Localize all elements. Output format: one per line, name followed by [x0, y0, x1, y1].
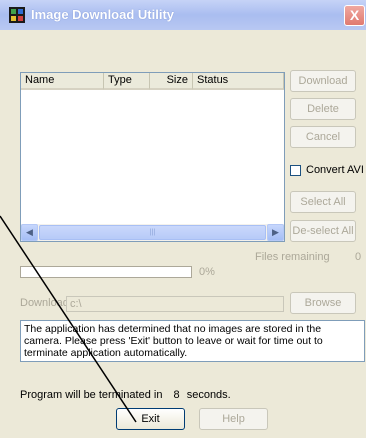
- scroll-grip-icon: |||: [149, 229, 156, 236]
- select-all-button[interactable]: Select All: [290, 191, 356, 213]
- title-bar[interactable]: Image Download Utility X: [0, 0, 366, 30]
- files-remaining-count: 0: [355, 251, 362, 263]
- close-icon: X: [349, 7, 360, 23]
- column-header-status[interactable]: Status: [193, 73, 284, 90]
- files-remaining-label: Files remaining: [255, 251, 330, 263]
- download-button[interactable]: Download: [290, 70, 356, 92]
- exit-button[interactable]: Exit: [116, 408, 185, 430]
- progress-percent: 0%: [199, 266, 215, 278]
- termination-seconds: 8: [173, 389, 180, 401]
- list-header: Name Type Size Status: [21, 73, 284, 90]
- file-list[interactable]: Name Type Size Status ◀ ||| ▶: [20, 72, 285, 242]
- column-header-name[interactable]: Name: [21, 73, 104, 90]
- convert-avi-label[interactable]: Convert AVI: [306, 164, 364, 176]
- cancel-button[interactable]: Cancel: [290, 126, 356, 148]
- scroll-right-icon[interactable]: ▶: [267, 224, 284, 241]
- app-window: Image Download Utility X Name Type Size …: [0, 0, 366, 438]
- download-path-field[interactable]: c:\: [66, 296, 284, 312]
- horizontal-scrollbar[interactable]: ◀ ||| ▶: [21, 224, 284, 241]
- help-button[interactable]: Help: [199, 408, 268, 430]
- app-icon: [9, 7, 25, 23]
- termination-text: Program will be terminated in: [20, 389, 163, 401]
- close-button[interactable]: X: [344, 5, 365, 26]
- window-title: Image Download Utility: [31, 7, 175, 22]
- column-header-size[interactable]: Size: [150, 73, 193, 90]
- convert-avi-checkbox[interactable]: [290, 165, 301, 176]
- status-message: The application has determined that no i…: [20, 320, 365, 362]
- browse-button[interactable]: Browse: [290, 292, 356, 314]
- deselect-all-button[interactable]: De-select All: [290, 220, 356, 242]
- scroll-left-icon[interactable]: ◀: [21, 224, 38, 241]
- delete-button[interactable]: Delete: [290, 98, 356, 120]
- column-header-type[interactable]: Type: [104, 73, 150, 90]
- termination-countdown: Program will be terminated in 8 seconds.: [20, 389, 231, 401]
- scroll-thumb[interactable]: |||: [39, 225, 266, 240]
- termination-unit: seconds.: [186, 389, 231, 401]
- download-progress-bar: [20, 266, 192, 278]
